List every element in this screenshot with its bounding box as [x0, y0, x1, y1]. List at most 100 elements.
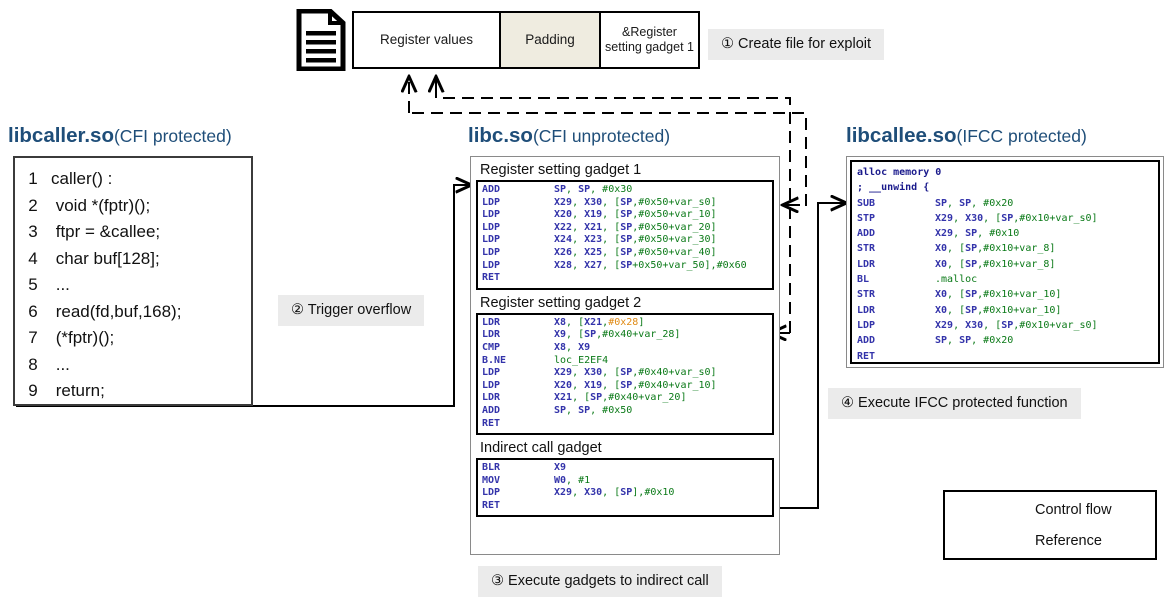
libcallee-title: libcallee.so(IFCC protected)	[846, 124, 1087, 148]
file-cell-register-values: Register values	[379, 32, 474, 48]
line-number: 8	[28, 354, 38, 374]
asm-operands: SP, SP, #0x20	[935, 197, 1014, 209]
asm-mnemonic: LDP	[482, 246, 501, 258]
source-line: 5 ...	[15, 272, 251, 299]
asm-row: RET	[478, 418, 772, 431]
libc-title: libc.so(CFI unprotected)	[468, 124, 670, 148]
source-line: 3 ftpr = &callee;	[15, 219, 251, 246]
asm-mnemonic: LDP	[482, 234, 501, 246]
asm-mnemonic: RET	[857, 350, 876, 362]
asm-operands: X29, SP, #0x10	[935, 228, 1020, 240]
asm-operands: X9, [SP,#0x40+var_28]	[554, 329, 681, 341]
step-4-execute-ifcc-function: ④ Execute IFCC protected function	[828, 388, 1081, 419]
asm-operands: W0, #1	[554, 474, 591, 486]
asm-operands: SP, SP, #0x50	[554, 404, 633, 416]
asm-mnemonic: ADD	[857, 335, 876, 347]
asm-row: RET	[478, 272, 772, 285]
asm-mnemonic: STP	[857, 212, 876, 224]
asm-mnemonic: ADD	[482, 404, 501, 416]
libcaller-title-note: (CFI protected)	[113, 126, 232, 146]
asm-row: LDR X21, [SP,#0x40+var_20]	[478, 392, 772, 405]
asm-mnemonic: LDP	[482, 196, 501, 208]
asm-row: STR X0, [SP,#0x10+var_8]	[852, 241, 1158, 256]
asm-row: MOV W0, #1	[478, 475, 772, 488]
asm-row: LDP X29, X30, [SP,#0x10+var_s0]	[852, 318, 1158, 333]
asm-row: CMP X8, X9	[478, 342, 772, 355]
asm-mnemonic: RET	[482, 417, 501, 429]
asm-row: LDP X28, X27, [SP+0x50+var_50],#0x60	[478, 260, 772, 273]
asm-row: ADD SP, SP, #0x20	[852, 333, 1158, 348]
asm-row: ADD SP, SP, #0x50	[478, 405, 772, 418]
legend-item-control-flow: Control flow	[945, 494, 1155, 525]
libcaller-source-box: 1 caller() : 2 void *(fptr)(); 3 ftpr = &…	[13, 156, 253, 406]
line-code: char buf[128];	[51, 248, 160, 268]
asm-row: STP X29, X30, [SP,#0x10+var_s0]	[852, 211, 1158, 226]
asm-operands: SP, SP, #0x30	[554, 184, 633, 195]
asm-mnemonic: RET	[482, 499, 501, 511]
asm-operands: X29, X30, [SP,#0x10+var_s0]	[935, 319, 1098, 331]
asm-mnemonic: BL	[857, 274, 870, 286]
asm-mnemonic: STR	[857, 289, 876, 301]
asm-row: LDR X0, [SP,#0x10+var_8]	[852, 257, 1158, 272]
file-cell-gadget-address: &Register setting gadget 1	[599, 13, 698, 67]
line-number: 4	[28, 248, 38, 268]
line-code: read(fd,buf,168);	[51, 301, 182, 321]
diagram-canvas: Register values Padding &Register settin…	[0, 0, 1167, 601]
asm-row: ADD X29, SP, #0x10	[852, 226, 1158, 241]
asm-row: LDP X20, X19, [SP,#0x50+var_10]	[478, 209, 772, 222]
step-1-create-file: ① Create file for exploit	[708, 29, 885, 60]
libcallee-asm: alloc memory 0 ; __unwind {SUB SP, SP, #0x…	[850, 160, 1160, 364]
line-code: ...	[51, 354, 70, 374]
asm-mnemonic: LDP	[482, 367, 501, 379]
step-3-label: Execute gadgets to indirect call	[508, 573, 709, 589]
asm-mnemonic: LDP	[482, 379, 501, 391]
asm-mnemonic: LDR	[482, 392, 501, 404]
libcallee-title-note: (IFCC protected)	[956, 126, 1087, 146]
libcallee-function-panel: alloc memory 0 ; __unwind {SUB SP, SP, #0x…	[846, 156, 1164, 368]
asm-row: ADD SP, SP, #0x30	[478, 184, 772, 197]
asm-mnemonic: SUB	[857, 197, 876, 209]
source-line: 8 ...	[15, 352, 251, 379]
source-line: 2 void *(fptr)();	[15, 193, 251, 220]
step-4-label: Execute IFCC protected function	[858, 395, 1068, 411]
asm-operands: X28, X27, [SP+0x50+var_50],#0x60	[554, 259, 747, 271]
asm-operands: X29, X30, [SP,#0x10+var_s0]	[935, 212, 1098, 224]
asm-row: LDP X29, X30, [SP,#0x50+var_s0]	[478, 197, 772, 210]
line-number: 7	[28, 328, 38, 347]
step-2-label: Trigger overflow	[307, 302, 412, 318]
asm-mnemonic: STR	[857, 243, 876, 255]
gadget-1-label: Register setting gadget 1	[480, 162, 642, 178]
libc-title-name: libc.so	[468, 124, 533, 147]
asm-row: LDR X8, [X21,#0x28]	[478, 317, 772, 330]
gadget-register-setting-2: Register setting gadget 2 LDR X8, [X21,#0…	[476, 294, 774, 436]
asm-mnemonic: ADD	[482, 184, 501, 195]
line-code: (*fptr)();	[51, 328, 115, 347]
asm-row: B.NE loc_E2EF4	[478, 355, 772, 368]
asm-operands: X9	[554, 462, 567, 474]
asm-row: RET	[852, 349, 1158, 364]
asm-row: LDP X26, X25, [SP,#0x50+var_40]	[478, 247, 772, 260]
libc-title-note: (CFI unprotected)	[532, 126, 671, 146]
line-number: 9	[28, 381, 38, 400]
legend-label-reference: Reference	[1035, 532, 1102, 549]
source-line: 4 char buf[128];	[15, 246, 251, 273]
legend-label-control-flow: Control flow	[1035, 501, 1112, 518]
asm-row: BL .malloc	[852, 272, 1158, 287]
reference-arrows-to-file	[409, 78, 436, 113]
file-cell-padding: Padding	[499, 13, 599, 67]
line-number: 1	[28, 169, 38, 188]
document-icon	[296, 8, 346, 72]
libcaller-title: libcaller.so(CFI protected)	[8, 124, 232, 148]
asm-operands: X8, [X21,#0x28]	[554, 316, 645, 328]
exploit-file-layout: Register values Padding &Register settin…	[352, 11, 700, 69]
asm-mnemonic: LDR	[482, 316, 501, 328]
asm-mnemonic: LDP	[482, 487, 501, 499]
asm-mnemonic: LDP	[482, 259, 501, 271]
step-4-number: ④	[841, 395, 854, 411]
asm-operands: X29, X30, [SP,#0x50+var_s0]	[554, 196, 717, 208]
step-3-number: ③	[491, 573, 504, 589]
asm-row: LDP X20, X19, [SP,#0x40+var_10]	[478, 380, 772, 393]
asm-mnemonic: LDR	[857, 304, 876, 316]
line-number: 2	[28, 195, 38, 215]
asm-operands: X0, [SP,#0x10+var_10]	[935, 289, 1062, 301]
